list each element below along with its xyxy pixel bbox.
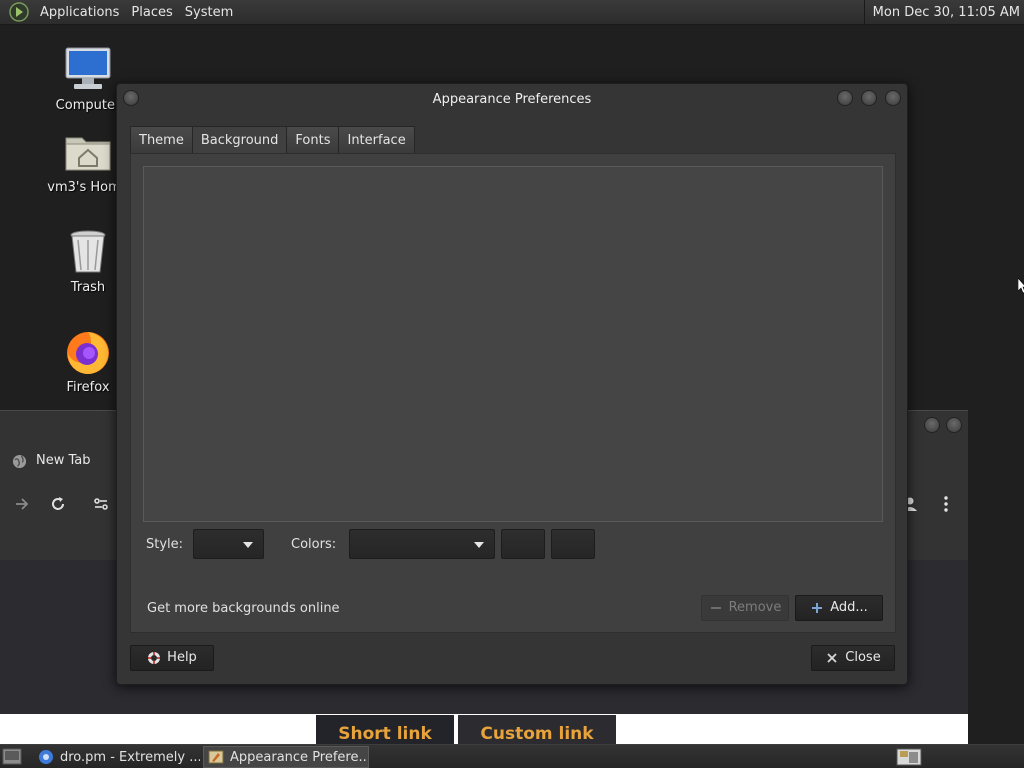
maximize-button[interactable]: [946, 417, 962, 433]
help-button[interactable]: Help: [130, 645, 214, 671]
taskbar-item-label: Appearance Prefere...: [230, 749, 369, 765]
chevron-down-icon: [474, 542, 484, 548]
distro-logo-icon[interactable]: [8, 1, 30, 23]
bottom-panel: dro.pm - Extremely ... Appearance Prefer…: [0, 744, 1024, 768]
trash-icon: [70, 230, 106, 273]
computer-icon: [65, 47, 111, 89]
preferences-tabs: Theme Background Fonts Interface: [130, 126, 415, 154]
mouse-pointer-icon: [1018, 278, 1024, 294]
chevron-down-icon: [243, 542, 253, 548]
custom-link-tab[interactable]: Custom link: [458, 715, 616, 745]
places-menu[interactable]: Places: [125, 0, 178, 25]
home-folder-icon: [65, 137, 111, 171]
dialog-title: Appearance Preferences: [432, 92, 592, 107]
add-button-label: Add...: [830, 600, 868, 615]
appearance-icon: [208, 750, 224, 764]
show-desktop-icon[interactable]: [2, 748, 22, 765]
colors-combobox[interactable]: [349, 529, 495, 559]
minimize-button[interactable]: [837, 90, 853, 106]
top-panel: Applications Places System Mon Dec 30, 1…: [0, 0, 1024, 25]
firefox-icon: [67, 332, 109, 374]
panel-clock[interactable]: Mon Dec 30, 11:05 AM: [863, 0, 1024, 25]
appearance-preferences-dialog: Appearance Preferences Theme Background …: [116, 83, 908, 685]
help-button-label: Help: [167, 650, 197, 665]
style-label: Style:: [146, 537, 184, 552]
tab-background[interactable]: Background: [191, 126, 287, 154]
close-window-button[interactable]: [885, 90, 901, 106]
style-combobox[interactable]: [193, 529, 264, 559]
background-list[interactable]: [143, 166, 883, 522]
tab-fonts[interactable]: Fonts: [286, 126, 339, 154]
plus-icon: [812, 603, 823, 613]
globe-icon: [12, 454, 27, 469]
tab-interface[interactable]: Interface: [338, 126, 415, 154]
browser-tab-new-tab[interactable]: New Tab: [36, 453, 91, 468]
dialog-window-controls: [837, 90, 901, 106]
remove-button-label: Remove: [728, 600, 782, 615]
tab-theme[interactable]: Theme: [130, 126, 192, 154]
taskbar-item-browser[interactable]: dro.pm - Extremely ...: [34, 746, 200, 768]
applications-menu[interactable]: Applications: [34, 0, 125, 25]
more-backgrounds-link[interactable]: Get more backgrounds online: [147, 601, 340, 616]
colors-label: Colors:: [291, 537, 337, 552]
short-link-tab[interactable]: Short link: [316, 715, 454, 745]
forward-arrow-icon[interactable]: [12, 494, 32, 514]
chromium-icon: [39, 750, 53, 764]
browser-window-controls: [924, 417, 962, 433]
reload-icon[interactable]: [48, 494, 68, 514]
close-button-label: Close: [845, 650, 881, 665]
add-button[interactable]: Add...: [795, 595, 883, 621]
taskbar-item-label: dro.pm - Extremely ...: [60, 749, 200, 765]
close-button[interactable]: Close: [811, 645, 895, 671]
taskbar-item-appearance[interactable]: Appearance Prefere...: [203, 746, 369, 768]
minus-icon: [710, 607, 721, 609]
site-settings-icon[interactable]: [91, 494, 111, 514]
kebab-menu-icon[interactable]: [936, 494, 956, 514]
workspace-switcher-icon[interactable]: [896, 748, 922, 766]
window-menu-button[interactable]: [123, 90, 139, 106]
system-menu[interactable]: System: [179, 0, 239, 25]
primary-color-button[interactable]: [501, 529, 545, 559]
close-icon: [827, 653, 837, 663]
secondary-color-button[interactable]: [551, 529, 595, 559]
remove-button[interactable]: Remove: [701, 595, 789, 621]
maximize-button[interactable]: [861, 90, 877, 106]
help-lifebuoy-icon: [148, 652, 161, 664]
minimize-button[interactable]: [924, 417, 940, 433]
background-tab-panel: Style: Colors: Get more backgrounds onli…: [130, 153, 896, 633]
